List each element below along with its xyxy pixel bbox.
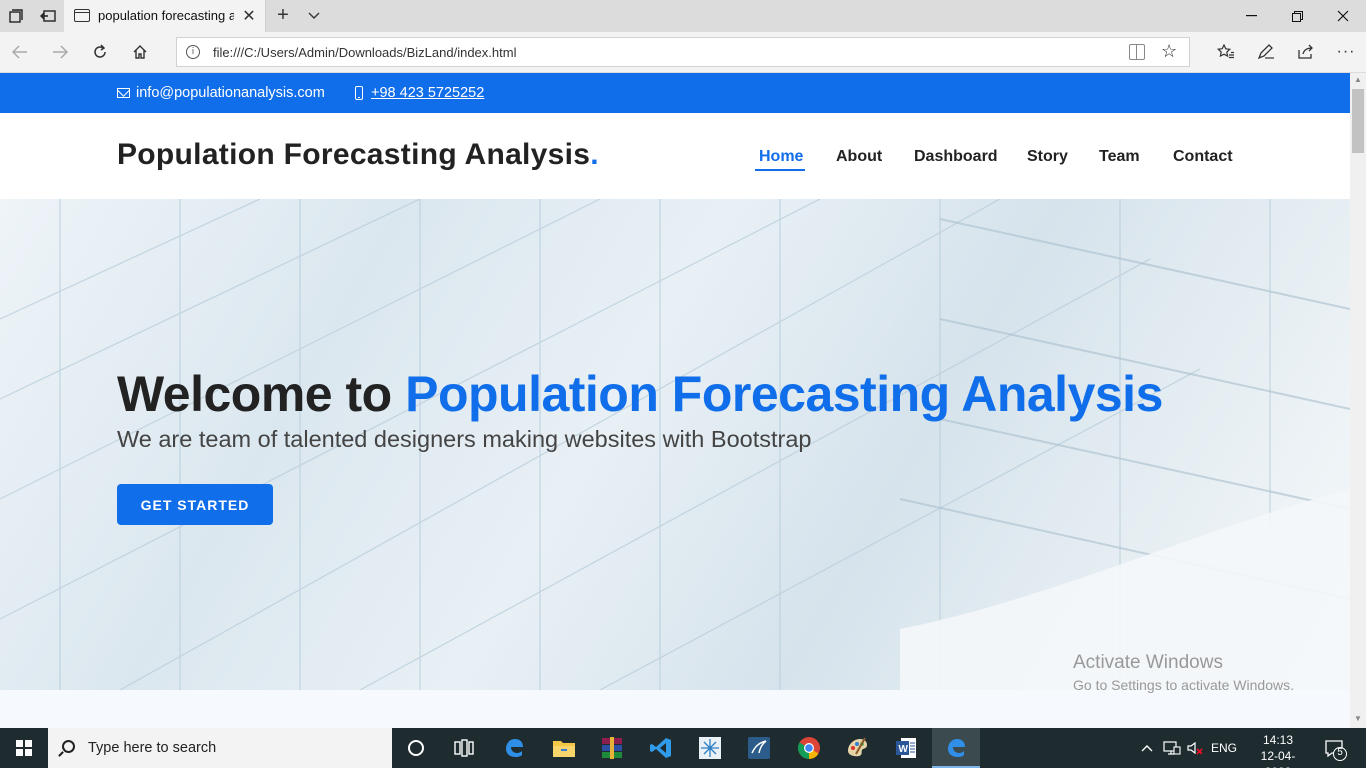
wireshark-icon[interactable] (735, 728, 783, 768)
address-text[interactable]: file:///C:/Users/Admin/Downloads/BizLand… (213, 45, 516, 60)
address-bar[interactable]: i file:///C:/Users/Admin/Downloads/BizLa… (176, 37, 1190, 67)
logo-dot: . (590, 138, 599, 171)
refresh-icon[interactable] (88, 40, 112, 64)
close-window-icon[interactable] (1320, 0, 1366, 32)
nav-story[interactable]: Story (1027, 148, 1068, 166)
nav-dashboard[interactable]: Dashboard (914, 148, 998, 166)
edge-legacy-icon[interactable] (490, 728, 538, 768)
clock-date: 12-04-2023 (1260, 749, 1296, 768)
tab-actions-icon[interactable] (6, 6, 26, 26)
nav-contact[interactable]: Contact (1173, 148, 1233, 166)
phone-icon (355, 86, 363, 100)
task-view-icon[interactable] (440, 728, 488, 768)
action-center-icon[interactable]: 5 (1318, 728, 1366, 768)
hero-title: Welcome to Population Forecasting Analys… (117, 365, 1163, 423)
favorites-list-icon[interactable] (1214, 40, 1238, 64)
clock-time: 14:13 (1262, 733, 1294, 747)
page-icon (74, 9, 90, 22)
contact-email[interactable]: info@populationanalysis.com (136, 85, 325, 101)
restore-icon[interactable] (1274, 0, 1320, 32)
tab-title: population forecasting a (98, 8, 234, 23)
scroll-down-icon[interactable]: ▼ (1354, 714, 1362, 723)
edge-active-icon[interactable] (932, 728, 980, 768)
search-icon (62, 740, 75, 753)
nav-home[interactable]: Home (759, 148, 803, 166)
chevron-up-icon[interactable] (1138, 728, 1156, 768)
browser-nav-bar: i file:///C:/Users/Admin/Downloads/BizLa… (0, 32, 1366, 73)
browser-tab-bar: population forecasting a ✕ + (0, 0, 1366, 32)
back-arrow-icon[interactable] (8, 40, 32, 64)
active-nav-underline (755, 169, 805, 171)
vscode-icon[interactable] (637, 728, 685, 768)
reading-view-icon[interactable] (1129, 44, 1145, 60)
start-button[interactable] (0, 728, 48, 768)
minimize-icon[interactable] (1228, 0, 1274, 32)
winrar-icon[interactable] (588, 728, 636, 768)
word-icon[interactable]: W (882, 728, 930, 768)
system-clock[interactable]: 14:13 12-04-2023 (1250, 732, 1306, 768)
close-tab-icon[interactable]: ✕ (240, 6, 258, 26)
app-grid-icon[interactable] (686, 728, 734, 768)
more-options-icon[interactable]: ··· (1334, 40, 1358, 64)
set-tabs-aside-icon[interactable] (38, 6, 58, 26)
pen-icon[interactable] (1254, 40, 1278, 64)
active-tab[interactable]: population forecasting a ✕ (64, 0, 266, 32)
activation-watermark-text: Go to Settings to activate Windows. (1073, 677, 1294, 693)
taskbar-search[interactable]: Type here to search (48, 728, 392, 768)
contact-topbar: info@populationanalysis.com +98 423 5725… (0, 73, 1350, 113)
chevron-down-icon[interactable] (304, 4, 324, 28)
hero-title-prefix: Welcome to (117, 366, 406, 422)
svg-text:W: W (899, 744, 909, 755)
windows-taskbar: Type here to search W ENG 14:13 12-04- 5 (0, 728, 1366, 768)
activation-watermark-title: Activate Windows (1073, 652, 1223, 673)
envelope-icon (117, 88, 130, 98)
language-indicator[interactable]: ENG (1208, 728, 1240, 768)
new-tab-icon[interactable]: + (272, 4, 294, 28)
home-icon[interactable] (128, 40, 152, 64)
hero-title-accent: Population Forecasting Analysis (405, 366, 1163, 422)
next-section (0, 690, 1350, 728)
cortana-icon[interactable] (392, 728, 440, 768)
hero-section: Welcome to Population Forecasting Analys… (0, 199, 1350, 690)
chrome-icon[interactable] (785, 728, 833, 768)
volume-muted-icon[interactable] (1184, 728, 1206, 768)
windows-logo-icon (16, 740, 32, 756)
scroll-up-icon[interactable]: ▲ (1354, 75, 1362, 84)
search-placeholder[interactable]: Type here to search (88, 740, 216, 756)
info-icon[interactable]: i (186, 45, 200, 59)
get-started-button[interactable]: GET STARTED (117, 484, 273, 525)
contact-phone[interactable]: +98 423 5725252 (371, 85, 484, 101)
nav-team[interactable]: Team (1099, 148, 1140, 166)
share-icon[interactable] (1294, 40, 1318, 64)
site-header: Population Forecasting Analysis. Home Ab… (0, 113, 1350, 199)
page-scrollbar[interactable]: ▲ ▼ (1350, 73, 1366, 728)
paint-icon[interactable] (833, 728, 881, 768)
site-logo[interactable]: Population Forecasting Analysis. (117, 138, 599, 172)
notification-count: 5 (1337, 747, 1343, 758)
scroll-thumb[interactable] (1352, 89, 1364, 153)
forward-arrow-icon[interactable] (48, 40, 72, 64)
nav-about[interactable]: About (836, 148, 882, 166)
hero-subtitle: We are team of talented designers making… (117, 426, 812, 452)
logo-text: Population Forecasting Analysis (117, 138, 591, 171)
favorite-star-icon[interactable]: ☆ (1161, 41, 1177, 62)
file-explorer-icon[interactable] (540, 728, 588, 768)
network-icon[interactable] (1160, 728, 1184, 768)
